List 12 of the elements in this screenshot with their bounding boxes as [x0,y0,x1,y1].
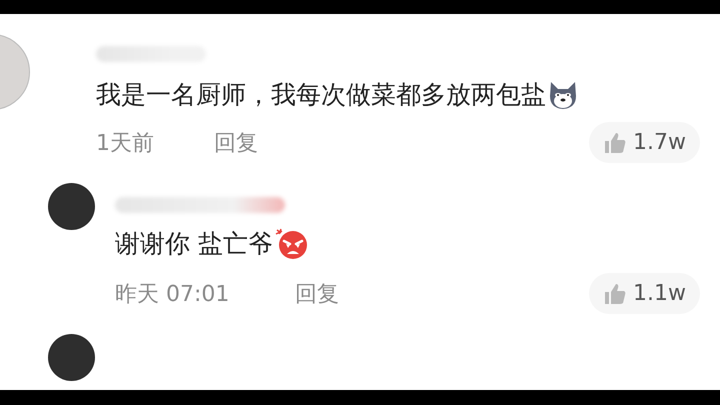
like-button[interactable]: 1.1w [589,273,700,314]
avatar[interactable] [48,183,95,230]
like-button[interactable]: 1.7w [589,122,700,163]
thumbs-up-icon [603,282,628,306]
comment-time: 1天前 [96,130,155,158]
angry-face-icon [274,228,309,260]
wolf-emoji-icon [548,80,578,110]
avatar[interactable] [48,334,95,381]
thumbs-up-icon [603,130,628,154]
comment-time: 昨天 07:01 [115,280,230,308]
comment-text: 我是一名厨师，我每次做菜都多放两包盐 [96,79,546,111]
comment-text: 谢谢你 盐亡爷 [115,228,273,260]
